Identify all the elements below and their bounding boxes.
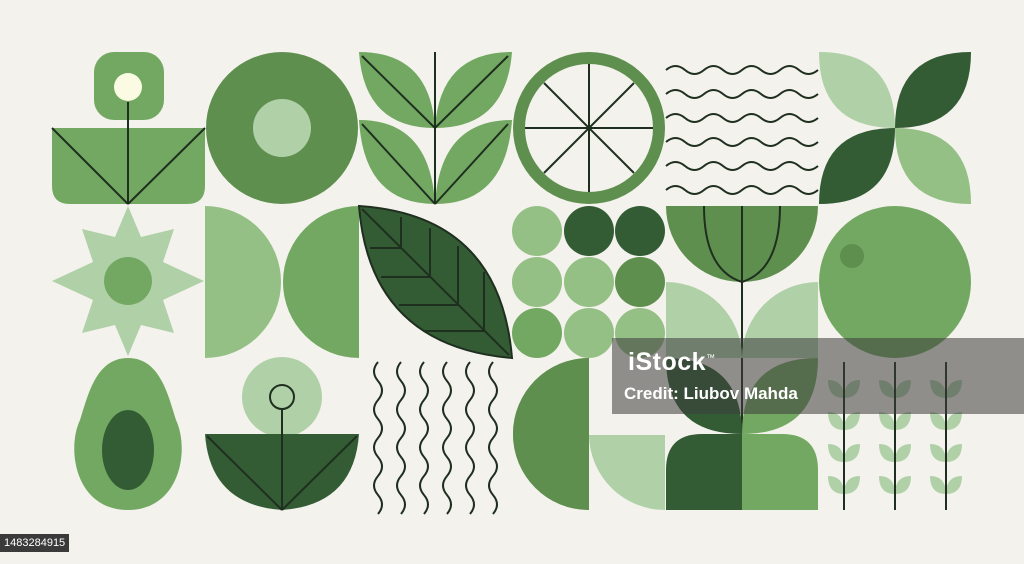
lemon-slice-icon bbox=[513, 52, 665, 204]
leaf-icon bbox=[357, 204, 514, 360]
half-circles-icon bbox=[205, 206, 359, 358]
avocado-icon bbox=[74, 358, 182, 510]
four-petal-icon bbox=[819, 52, 971, 204]
small-flower-icon bbox=[205, 357, 359, 511]
wave-lines-icon bbox=[665, 65, 819, 195]
watermark-logo-text: iStock bbox=[628, 348, 707, 376]
geometric-botanical-artwork bbox=[51, 52, 971, 515]
sprout-icon bbox=[359, 52, 512, 205]
flower-icon bbox=[51, 52, 206, 205]
daisy-icon bbox=[52, 206, 204, 356]
apple-icon bbox=[819, 206, 971, 358]
vertical-waves-icon bbox=[373, 361, 498, 515]
watermark-credit: Credit: Liubov Mahda bbox=[624, 384, 798, 403]
berry-grid-icon bbox=[512, 206, 665, 358]
stock-id-label: 1483284915 bbox=[0, 534, 70, 552]
watermark-logo: iStock™ bbox=[628, 348, 716, 377]
orange-slice-icon bbox=[206, 52, 358, 204]
watermark-logo-mark: ™ bbox=[706, 352, 716, 363]
